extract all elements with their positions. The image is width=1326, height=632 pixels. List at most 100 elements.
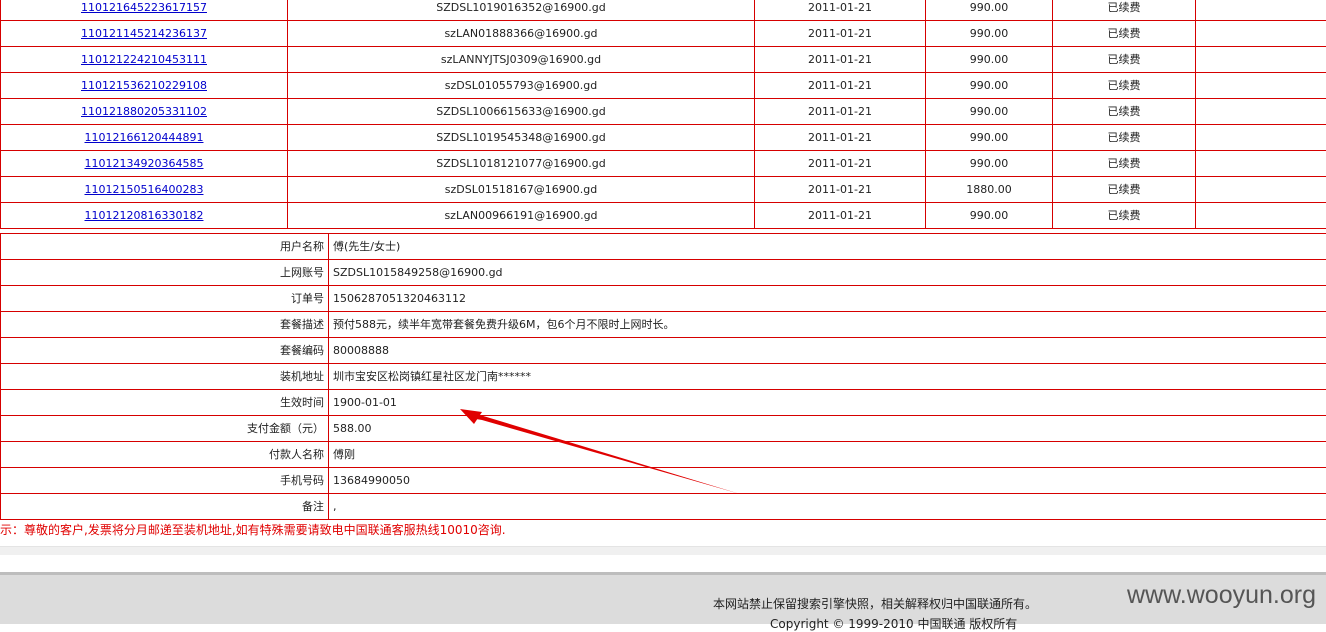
detail-label: 用户名称 <box>1 234 329 260</box>
detail-label: 订单号 <box>1 286 329 312</box>
table-row: 110121145214236137 szLAN01888366@16900.gd… <box>1 21 1326 47</box>
order-number-cell: 110121224210453111 <box>1 47 288 73</box>
orders-table: 110121645223617157 SZDSL1019016352@16900.… <box>0 0 1326 229</box>
order-number-link[interactable]: 110121145214236137 <box>81 27 207 40</box>
amount-cell: 1880.00 <box>926 177 1053 203</box>
account-cell: SZDSL1019545348@16900.gd <box>288 125 755 151</box>
amount-cell: 990.00 <box>926 99 1053 125</box>
order-number-link[interactable]: 110121224210453111 <box>81 53 207 66</box>
order-number-link[interactable]: 110121645223617157 <box>81 1 207 14</box>
table-row: 11012120816330182 szLAN00966191@16900.gd2… <box>1 203 1326 229</box>
detail-label: 套餐描述 <box>1 312 329 338</box>
status-cell: 已续费 <box>1053 0 1196 21</box>
detail-label: 支付金额（元） <box>1 416 329 442</box>
account-cell: szDSL01055793@16900.gd <box>288 73 755 99</box>
detail-value: 1900-01-01 <box>329 390 1326 416</box>
date-cell: 2011-01-21 <box>755 125 926 151</box>
account-cell: SZDSL1019016352@16900.gd <box>288 0 755 21</box>
status-cell: 已续费 <box>1053 47 1196 73</box>
account-cell: SZDSL1006615633@16900.gd <box>288 99 755 125</box>
detail-row: 上网账号SZDSL1015849258@16900.gd <box>1 260 1326 286</box>
separator-band <box>0 546 1326 555</box>
amount-cell: 990.00 <box>926 203 1053 229</box>
detail-label: 生效时间 <box>1 390 329 416</box>
detail-row: 套餐编码80008888 <box>1 338 1326 364</box>
detail-row: 装机地址圳市宝安区松岗镇红星社区龙门南****** <box>1 364 1326 390</box>
detail-value: 1506287051320463112 <box>329 286 1326 312</box>
status-cell: 已续费 <box>1053 203 1196 229</box>
order-detail-table: 用户名称傅(先生/女士)上网账号SZDSL1015849258@16900.gd… <box>0 233 1326 520</box>
detail-value: 傅(先生/女士) <box>329 234 1326 260</box>
detail-label: 付款人名称 <box>1 442 329 468</box>
table-row: 110121645223617157 SZDSL1019016352@16900.… <box>1 0 1326 21</box>
detail-row: 生效时间1900-01-01 <box>1 390 1326 416</box>
footer-disclaimer: 本网站禁止保留搜索引擎快照，相关解释权归中国联通所有。 <box>713 595 1037 612</box>
detail-value: , <box>329 494 1326 520</box>
date-cell: 2011-01-21 <box>755 99 926 125</box>
empty-cell <box>1196 73 1326 99</box>
order-number-link[interactable]: 11012134920364585 <box>85 157 204 170</box>
table-row: 11012150516400283 szDSL01518167@16900.gd2… <box>1 177 1326 203</box>
detail-value: SZDSL1015849258@16900.gd <box>329 260 1326 286</box>
order-number-cell: 11012150516400283 <box>1 177 288 203</box>
detail-row: 套餐描述预付588元，续半年宽带套餐免费升级6M，包6个月不限时上网时长。 <box>1 312 1326 338</box>
table-row: 11012134920364585 SZDSL1018121077@16900.g… <box>1 151 1326 177</box>
detail-row: 订单号1506287051320463112 <box>1 286 1326 312</box>
status-cell: 已续费 <box>1053 73 1196 99</box>
detail-label: 套餐编码 <box>1 338 329 364</box>
order-number-cell: 11012166120444891 <box>1 125 288 151</box>
detail-label: 备注 <box>1 494 329 520</box>
amount-cell: 990.00 <box>926 125 1053 151</box>
order-number-link[interactable]: 11012150516400283 <box>85 183 204 196</box>
account-cell: szDSL01518167@16900.gd <box>288 177 755 203</box>
table-row: 110121224210453111 szLANNYJTSJ0309@16900.… <box>1 47 1326 73</box>
detail-row: 手机号码13684990050 <box>1 468 1326 494</box>
detail-value: 80008888 <box>329 338 1326 364</box>
table-row: 110121880205331102 SZDSL1006615633@16900.… <box>1 99 1326 125</box>
empty-cell <box>1196 99 1326 125</box>
date-cell: 2011-01-21 <box>755 151 926 177</box>
date-cell: 2011-01-21 <box>755 177 926 203</box>
order-number-cell: 110121880205331102 <box>1 99 288 125</box>
order-number-link[interactable]: 110121880205331102 <box>81 105 207 118</box>
status-cell: 已续费 <box>1053 151 1196 177</box>
empty-cell <box>1196 21 1326 47</box>
detail-label: 装机地址 <box>1 364 329 390</box>
empty-cell <box>1196 203 1326 229</box>
empty-cell <box>1196 47 1326 73</box>
footer: 本网站禁止保留搜索引擎快照，相关解释权归中国联通所有。 Copyright © … <box>0 572 1326 624</box>
account-cell: szLAN00966191@16900.gd <box>288 203 755 229</box>
notice-text: 示：尊敬的客户,发票将分月邮递至装机地址,如有特殊需要请致电中国联通客服热线10… <box>0 520 506 540</box>
date-cell: 2011-01-21 <box>755 0 926 21</box>
amount-cell: 990.00 <box>926 151 1053 177</box>
detail-row: 备注, <box>1 494 1326 520</box>
detail-value: 588.00 <box>329 416 1326 442</box>
order-number-link[interactable]: 110121536210229108 <box>81 79 207 92</box>
detail-row: 付款人名称傅刚 <box>1 442 1326 468</box>
order-number-cell: 110121536210229108 <box>1 73 288 99</box>
status-cell: 已续费 <box>1053 125 1196 151</box>
order-number-link[interactable]: 11012120816330182 <box>85 209 204 222</box>
status-cell: 已续费 <box>1053 177 1196 203</box>
status-cell: 已续费 <box>1053 21 1196 47</box>
detail-label: 手机号码 <box>1 468 329 494</box>
account-cell: szLAN01888366@16900.gd <box>288 21 755 47</box>
empty-cell <box>1196 0 1326 21</box>
detail-value: 圳市宝安区松岗镇红星社区龙门南****** <box>329 364 1326 390</box>
detail-row: 支付金额（元）588.00 <box>1 416 1326 442</box>
detail-value: 傅刚 <box>329 442 1326 468</box>
account-cell: szLANNYJTSJ0309@16900.gd <box>288 47 755 73</box>
table-row: 110121536210229108 szDSL01055793@16900.gd… <box>1 73 1326 99</box>
order-number-cell: 11012134920364585 <box>1 151 288 177</box>
order-number-link[interactable]: 11012166120444891 <box>85 131 204 144</box>
order-number-cell: 110121645223617157 <box>1 0 288 21</box>
date-cell: 2011-01-21 <box>755 21 926 47</box>
empty-cell <box>1196 125 1326 151</box>
amount-cell: 990.00 <box>926 0 1053 21</box>
detail-label: 上网账号 <box>1 260 329 286</box>
date-cell: 2011-01-21 <box>755 203 926 229</box>
account-cell: SZDSL1018121077@16900.gd <box>288 151 755 177</box>
date-cell: 2011-01-21 <box>755 47 926 73</box>
empty-cell <box>1196 151 1326 177</box>
status-cell: 已续费 <box>1053 99 1196 125</box>
